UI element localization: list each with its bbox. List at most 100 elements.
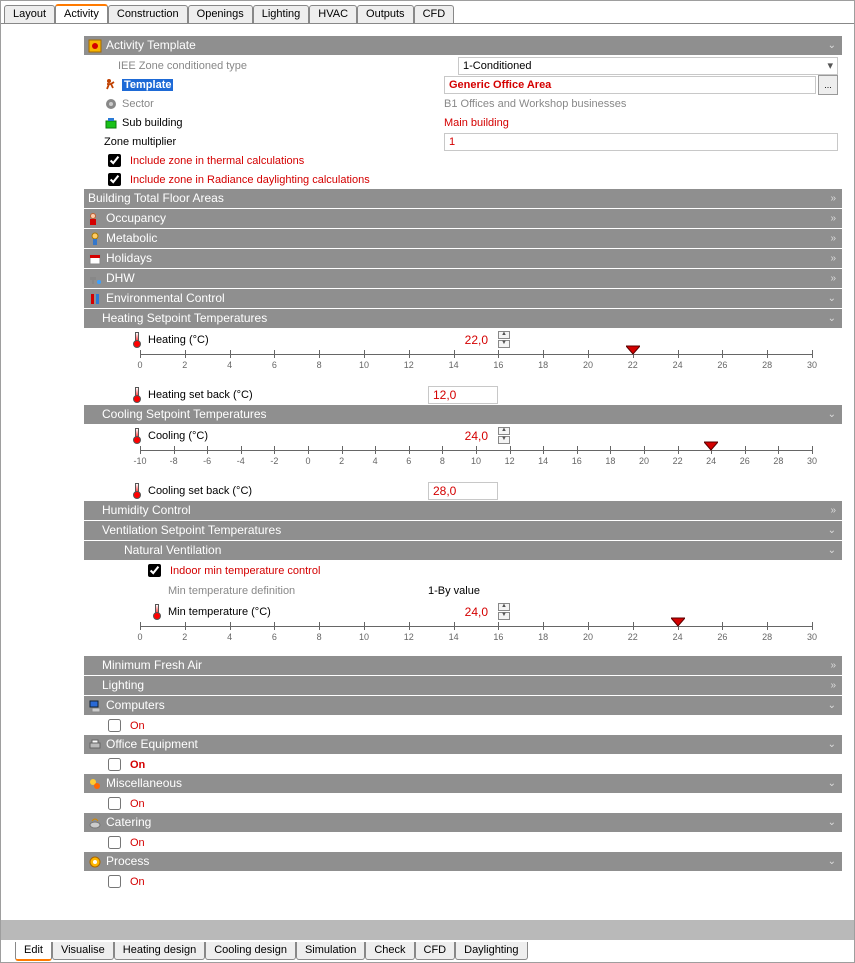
computer-icon	[88, 699, 102, 713]
min-temp-value[interactable]: 24,0	[428, 605, 488, 619]
tab-hvac[interactable]: HVAC	[309, 5, 357, 23]
holidays-icon	[88, 252, 102, 266]
heating-setback-label: Heating set back (°C)	[148, 389, 428, 401]
chevron-down-icon: ⌄	[828, 541, 836, 560]
chevron-down-icon: ⌄	[828, 405, 836, 424]
include-thermal-checkbox[interactable]: Include zone in thermal calculations	[84, 151, 842, 170]
thermometer-icon	[132, 428, 140, 444]
indoor-min-temp-input[interactable]	[148, 564, 161, 577]
env-control-icon	[88, 292, 102, 306]
tab-outputs[interactable]: Outputs	[357, 5, 414, 23]
min-temp-spinner[interactable]: ▲▼	[498, 603, 514, 620]
occupancy-icon	[88, 212, 102, 226]
tab-cfd-bottom[interactable]: CFD	[415, 942, 456, 960]
expand-icon: »	[830, 249, 836, 268]
heating-setback-input[interactable]: 12,0	[428, 386, 498, 404]
tab-heating-design[interactable]: Heating design	[114, 942, 205, 960]
person-run-icon	[104, 78, 118, 92]
section-building-total-floor-areas[interactable]: Building Total Floor Areas»	[84, 189, 842, 209]
chevron-down-icon: ⌄	[828, 36, 836, 55]
zone-multiplier-input[interactable]: 1	[444, 133, 838, 151]
catering-on-input[interactable]	[108, 836, 121, 849]
section-dhw[interactable]: DHW»	[84, 269, 842, 289]
section-minimum-fresh-air[interactable]: Minimum Fresh Air»	[84, 656, 842, 676]
section-occupancy[interactable]: Occupancy»	[84, 209, 842, 229]
tab-visualise[interactable]: Visualise	[52, 942, 114, 960]
sector-value: B1 Offices and Workshop businesses	[444, 98, 838, 110]
chevron-down-icon: ⌄	[828, 735, 836, 754]
template-value[interactable]: Generic Office Area	[444, 76, 816, 94]
section-holidays[interactable]: Holidays»	[84, 249, 842, 269]
process-on-checkbox[interactable]: On	[84, 872, 842, 891]
expand-icon: »	[830, 189, 836, 208]
cooling-setback-input[interactable]: 28,0	[428, 482, 498, 500]
iee-zone-label: IEE Zone conditioned type	[118, 60, 458, 72]
include-radiance-input[interactable]	[108, 173, 121, 186]
tab-openings[interactable]: Openings	[188, 5, 253, 23]
section-heating-setpoint[interactable]: Heating Setpoint Temperatures⌄	[84, 309, 842, 329]
activity-scroll[interactable]: Activity Template ⌄ IEE Zone conditioned…	[84, 36, 842, 920]
include-radiance-checkbox[interactable]: Include zone in Radiance daylighting cal…	[84, 170, 842, 189]
tab-cfd[interactable]: CFD	[414, 5, 455, 23]
section-metabolic[interactable]: Metabolic»	[84, 229, 842, 249]
cooling-label: Cooling (°C)	[148, 430, 428, 442]
tab-daylighting[interactable]: Daylighting	[455, 942, 527, 960]
process-on-input[interactable]	[108, 875, 121, 888]
min-temp-slider[interactable]: 024681012141618202224262830	[140, 622, 812, 654]
cooling-slider[interactable]: -10-8-6-4-2024681012141618202224262830	[140, 446, 812, 478]
chevron-down-icon: ⌄	[828, 696, 836, 715]
min-temp-definition-dropdown[interactable]: 1-By value	[428, 585, 748, 597]
tab-activity[interactable]: Activity	[55, 4, 108, 23]
expand-icon: »	[830, 229, 836, 248]
section-ventilation-setpoint[interactable]: Ventilation Setpoint Temperatures⌄	[84, 521, 842, 541]
section-cooling-setpoint[interactable]: Cooling Setpoint Temperatures⌄	[84, 405, 842, 425]
tab-lighting[interactable]: Lighting	[253, 5, 310, 23]
tab-construction[interactable]: Construction	[108, 5, 188, 23]
include-thermal-input[interactable]	[108, 154, 121, 167]
section-activity-template[interactable]: Activity Template ⌄	[84, 36, 842, 56]
bottom-grey-bar	[1, 920, 854, 940]
computers-on-checkbox[interactable]: On	[84, 716, 842, 735]
chevron-down-icon: ⌄	[828, 309, 836, 328]
catering-on-checkbox[interactable]: On	[84, 833, 842, 852]
tab-edit[interactable]: Edit	[15, 942, 52, 961]
template-browse-button[interactable]: ...	[818, 75, 838, 95]
office-eq-on-input[interactable]	[108, 758, 121, 771]
subbuilding-value[interactable]: Main building	[444, 117, 838, 129]
zone-multiplier-label: Zone multiplier	[104, 136, 444, 148]
misc-on-input[interactable]	[108, 797, 121, 810]
iee-zone-dropdown[interactable]: 1-Conditioned	[458, 57, 838, 75]
chevron-down-icon: ⌄	[828, 813, 836, 832]
process-gear-icon	[88, 855, 102, 869]
tab-layout[interactable]: Layout	[4, 5, 55, 23]
section-lighting[interactable]: Lighting»	[84, 676, 842, 696]
printer-icon	[88, 738, 102, 752]
heating-spinner[interactable]: ▲▼	[498, 331, 514, 348]
sector-gear-icon	[104, 97, 118, 111]
cooling-value[interactable]: 24,0	[428, 429, 488, 443]
office-eq-on-checkbox[interactable]: On	[84, 755, 842, 774]
tab-check[interactable]: Check	[365, 942, 414, 960]
section-natural-ventilation[interactable]: Natural Ventilation⌄	[84, 541, 842, 561]
section-process[interactable]: Process⌄	[84, 852, 842, 872]
section-environmental-control[interactable]: Environmental Control⌄	[84, 289, 842, 309]
indoor-min-temp-checkbox[interactable]: Indoor min temperature control	[84, 561, 842, 580]
section-catering[interactable]: Catering⌄	[84, 813, 842, 833]
section-office-equipment[interactable]: Office Equipment⌄	[84, 735, 842, 755]
activity-template-icon	[88, 39, 102, 53]
section-computers[interactable]: Computers⌄	[84, 696, 842, 716]
subbuilding-label: Sub building	[104, 116, 444, 130]
cooling-spinner[interactable]: ▲▼	[498, 427, 514, 444]
computers-on-input[interactable]	[108, 719, 121, 732]
section-humidity-control[interactable]: Humidity Control»	[84, 501, 842, 521]
section-miscellaneous[interactable]: Miscellaneous⌄	[84, 774, 842, 794]
heating-value[interactable]: 22,0	[428, 333, 488, 347]
thermometer-icon	[132, 332, 140, 348]
thermometer-icon	[152, 604, 160, 620]
tab-simulation[interactable]: Simulation	[296, 942, 365, 960]
expand-icon: »	[830, 501, 836, 520]
misc-on-checkbox[interactable]: On	[84, 794, 842, 813]
cooling-setback-label: Cooling set back (°C)	[148, 485, 428, 497]
tab-cooling-design[interactable]: Cooling design	[205, 942, 296, 960]
heating-slider[interactable]: 024681012141618202224262830	[140, 350, 812, 382]
